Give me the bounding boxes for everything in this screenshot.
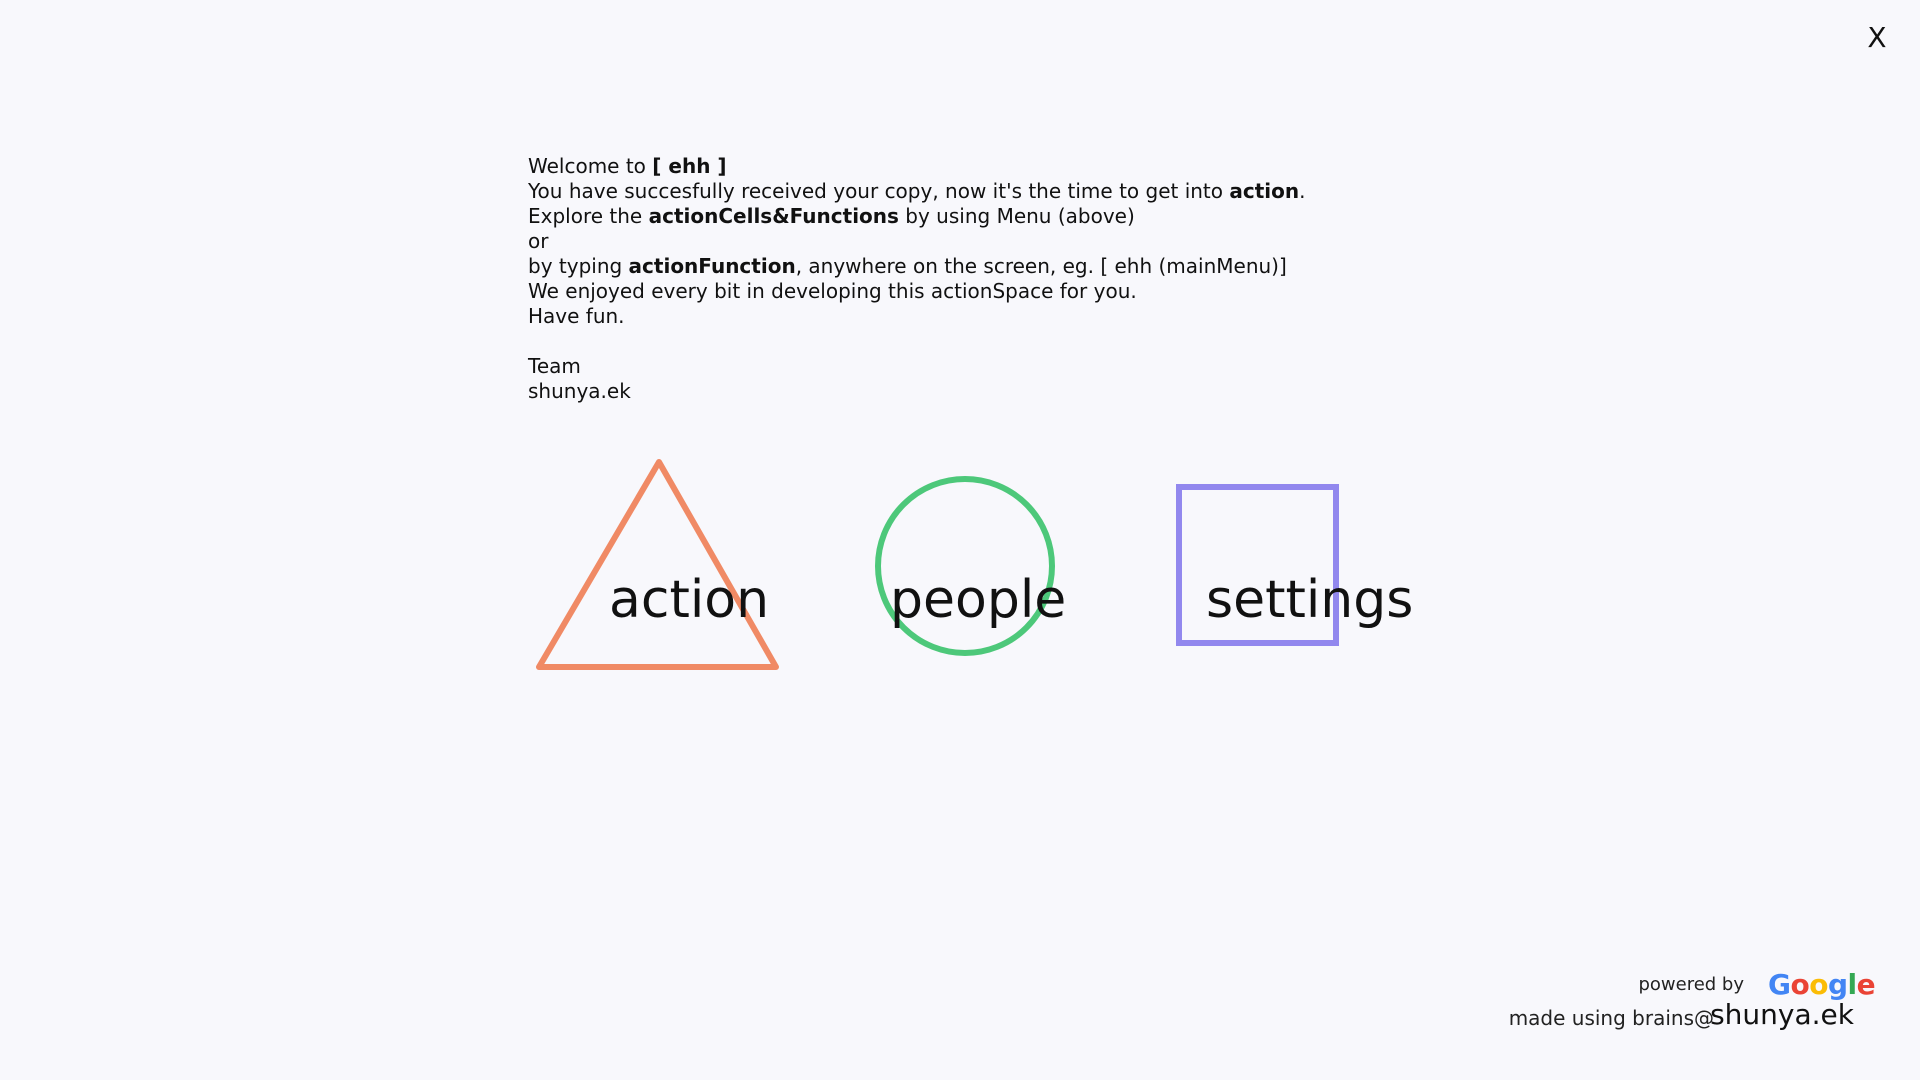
triangle-icon	[536, 459, 779, 670]
have-fun-line: Have fun.	[528, 304, 625, 328]
powered-by-text: powered by	[1638, 974, 1744, 995]
google-letter: o	[1790, 968, 1810, 1001]
explore-text: Explore the	[528, 204, 649, 228]
explore-suffix: by using Menu (above)	[898, 204, 1135, 228]
google-logo: Google	[1768, 968, 1876, 1001]
typing-text: by typing	[528, 254, 629, 278]
google-letter: g	[1827, 968, 1848, 1001]
people-shortcut[interactable]: people	[872, 474, 1112, 660]
google-letter: e	[1856, 968, 1876, 1001]
people-label: people	[890, 570, 1067, 630]
footer: powered by Google made using brains@ shu…	[1454, 968, 1876, 1054]
close-button[interactable]: X	[1862, 20, 1892, 56]
welcome-line: Welcome to [ ehh ]	[528, 154, 1428, 179]
typing-line: by typing actionFunction, anywhere on th…	[528, 254, 1428, 279]
received-line: You have succesfully received your copy,…	[528, 179, 1428, 204]
action-label: action	[609, 570, 770, 630]
action-keyword: action	[1229, 179, 1300, 203]
signature-name: shunya.ek	[528, 379, 631, 403]
or-line: or	[528, 229, 549, 253]
google-letter: l	[1847, 968, 1858, 1001]
settings-shortcut[interactable]: settings	[1176, 484, 1436, 646]
circle-icon	[875, 476, 1055, 656]
made-using-text: made using brains@	[1508, 1006, 1714, 1030]
action-cells-keyword: actionCells&Functions	[648, 204, 899, 228]
google-letter: G	[1768, 968, 1791, 1001]
action-function-keyword: actionFunction	[628, 254, 796, 278]
explore-line: Explore the actionCells&Functions by usi…	[528, 204, 1428, 229]
google-letter: o	[1809, 968, 1828, 1001]
signature-team: Team	[528, 354, 581, 378]
enjoyed-line: We enjoyed every bit in developing this …	[528, 279, 1137, 303]
app-name: [ ehh ]	[652, 154, 727, 178]
welcome-message: Welcome to [ ehh ] You have succesfully …	[528, 154, 1428, 404]
shunya-logo: shunya.ek	[1710, 998, 1854, 1031]
received-suffix: .	[1299, 179, 1306, 203]
welcome-text: Welcome to	[528, 154, 653, 178]
action-shortcut[interactable]: action	[534, 458, 784, 672]
typing-suffix: , anywhere on the screen, eg. [ ehh (mai…	[795, 254, 1287, 278]
settings-label: settings	[1206, 570, 1414, 630]
received-text: You have succesfully received your copy,…	[528, 179, 1230, 203]
